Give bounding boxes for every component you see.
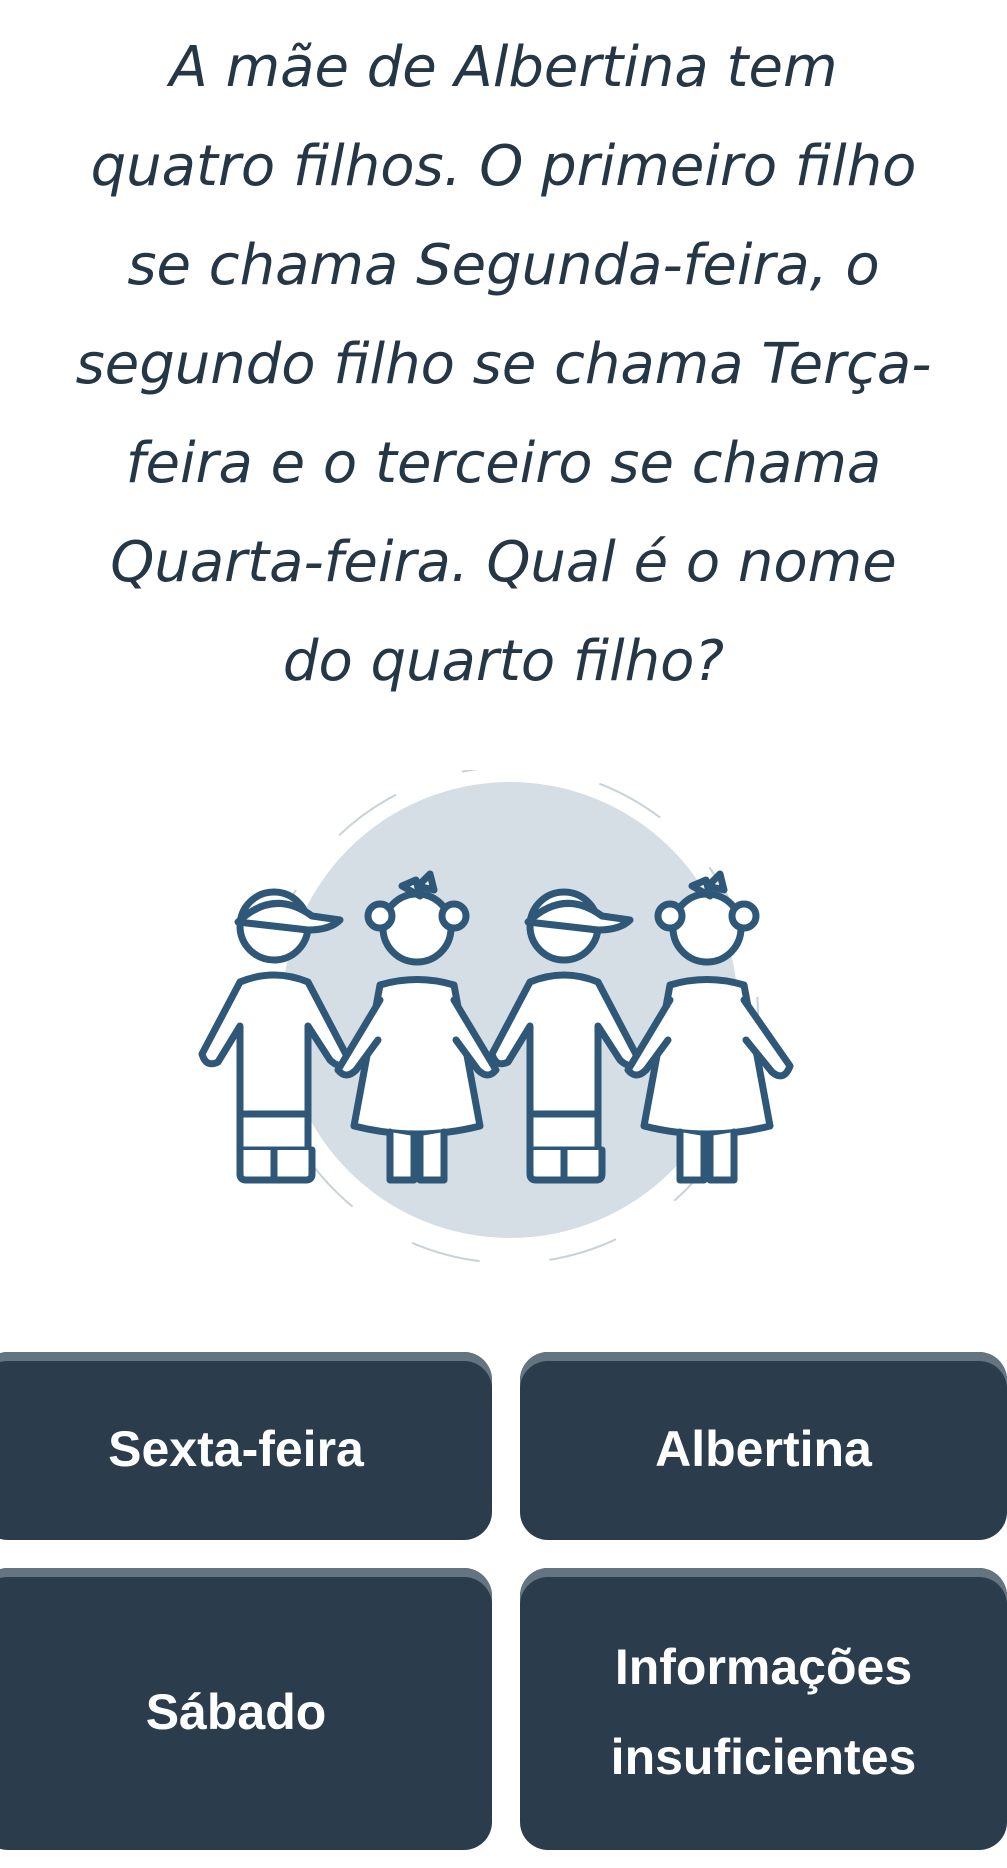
question-line: quatro filhos. O primeiro filho: [90, 134, 917, 199]
question-line: A mãe de Albertina tem: [169, 35, 838, 100]
answer-button-2[interactable]: Albertina: [520, 1352, 1007, 1540]
question-line: feira e o terceiro se chama: [125, 431, 882, 496]
answer-button-1[interactable]: Sexta-feira: [0, 1352, 492, 1540]
answer-button-4[interactable]: Informações insuficientes: [520, 1568, 1007, 1850]
answer-label: Sexta-feira: [108, 1421, 364, 1477]
question-line: segundo filho se chama Terça-: [75, 332, 932, 397]
question-line: do quarto filho?: [282, 629, 725, 694]
answer-button-3[interactable]: Sábado: [0, 1568, 492, 1850]
question-line: se chama Segunda-feira, o: [127, 233, 880, 298]
answer-label: Informações insuficientes: [610, 1639, 917, 1785]
four-children-icon: [198, 770, 794, 1264]
question-line: Quarta-feira. Qual é o nome: [110, 530, 897, 595]
question-text: A mãe de Albertina tem quatro filhos. O p…: [0, 18, 1007, 711]
answer-label: Sábado: [145, 1684, 327, 1740]
answer-label: Albertina: [655, 1421, 872, 1477]
